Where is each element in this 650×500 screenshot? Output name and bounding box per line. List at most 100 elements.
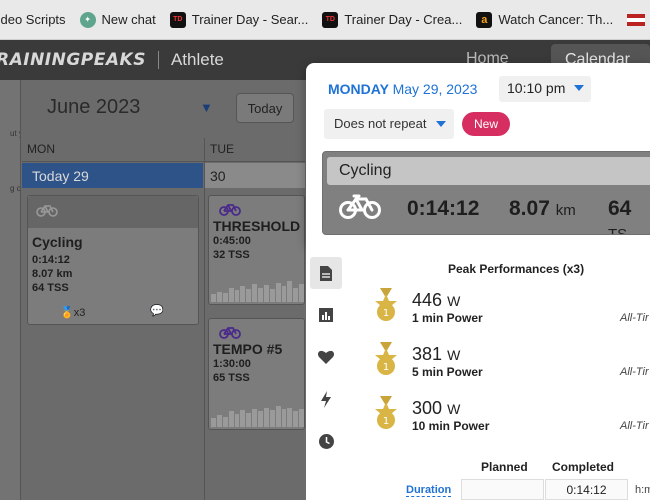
bookmark-label: /ideo Scripts xyxy=(0,12,66,27)
bike-icon xyxy=(36,205,58,217)
heart-icon xyxy=(317,350,335,364)
workout-card-cycling[interactable]: Cycling 0:14:12 8.07 km 64 TSS 🏅x3 💬 xyxy=(27,195,199,325)
today-button[interactable]: Today xyxy=(236,93,294,123)
peak-scope: All-Tir xyxy=(620,420,649,432)
detail-side-tabs xyxy=(310,257,342,467)
column-divider xyxy=(204,138,205,500)
peak-value: 446 W xyxy=(412,290,461,310)
bookmark-trainerday-create[interactable]: TD Trainer Day - Crea... xyxy=(322,11,463,28)
peak-scope: All-Tir xyxy=(620,312,649,324)
summary-distance-unit: km xyxy=(555,202,576,219)
workout-card-header xyxy=(28,196,198,228)
svg-text:1: 1 xyxy=(383,416,389,427)
bike-icon xyxy=(339,194,381,219)
nav-athlete[interactable]: Athlete xyxy=(171,50,224,70)
workout-modal-header: MONDAY May 29, 2023 10:10 pm Does not re… xyxy=(306,63,650,245)
bookmark-trainerday-search[interactable]: TD Trainer Day - Sear... xyxy=(169,11,309,28)
svg-text:1: 1 xyxy=(383,308,389,319)
workout-tss: 65 TSS xyxy=(213,372,250,384)
peak-performances-title: Peak Performances (x3) xyxy=(448,262,585,276)
date-bar-30[interactable]: 30 xyxy=(205,163,305,188)
workout-date[interactable]: MONDAY May 29, 2023 xyxy=(328,81,477,97)
peak-scope: All-Tir xyxy=(620,366,649,378)
medal-count-label: x3 xyxy=(73,307,86,319)
workout-summary-box: Cycling 0:14:12 8.07 km 64 TS xyxy=(322,151,650,235)
planned-duration-input[interactable] xyxy=(461,479,544,500)
time-value: 10:10 pm xyxy=(507,80,566,96)
trainingpeaks-logo[interactable]: RAININGPEAKS xyxy=(0,50,146,70)
workout-profile-graph xyxy=(211,276,304,302)
peak-performance-row[interactable]: 1 446 W 1 min Power All-Tir xyxy=(372,288,650,328)
calendar-left-panel: ut y g o xyxy=(0,80,21,500)
bike-icon xyxy=(209,196,304,218)
peak-label: 10 min Power xyxy=(412,419,490,433)
workout-tss: 32 TSS xyxy=(213,249,250,261)
peak-label: 1 min Power xyxy=(412,311,483,325)
time-select[interactable]: 10:10 pm xyxy=(499,76,591,102)
new-button[interactable]: New xyxy=(462,112,510,136)
trainerday-icon: TD xyxy=(322,11,339,28)
medal-icon: 1 xyxy=(375,396,397,429)
workout-card-tempo[interactable]: TEMPO #5 1:30:00 65 TSS xyxy=(208,318,305,430)
summary-tss-unit: TS xyxy=(608,226,628,235)
caret-down-icon xyxy=(574,85,584,91)
duration-label[interactable]: Duration xyxy=(406,484,452,497)
bookmark-label: Trainer Day - Sear... xyxy=(191,12,309,27)
completed-column-header: Completed xyxy=(552,460,615,474)
bookmark-video-scripts[interactable]: /ideo Scripts xyxy=(0,12,66,27)
workout-duration: 0:45:00 xyxy=(213,235,251,247)
bike-icon xyxy=(209,319,304,341)
workout-type-title: Cycling xyxy=(327,157,650,185)
summary-distance: 8.07 km xyxy=(509,197,576,221)
repeat-select[interactable]: Does not repeat xyxy=(324,109,454,139)
medal-icon: 1 xyxy=(375,342,397,375)
feel-tab[interactable] xyxy=(310,341,342,373)
workout-duration: 1:30:00 xyxy=(213,358,251,370)
peak-performance-row[interactable]: 1 300 W 10 min Power All-Tir xyxy=(372,396,650,436)
bookmarks-bar: /ideo Scripts ✦ New chat TD Trainer Day … xyxy=(0,0,650,40)
workout-tss: 64 TSS xyxy=(32,282,69,294)
workout-detail-panel: Peak Performances (x3) 1 446 W 1 min Pow… xyxy=(306,245,650,500)
bookmark-label: Watch Cancer: Th... xyxy=(498,12,614,27)
bookmark-watch-cancer[interactable]: a Watch Cancer: Th... xyxy=(476,11,614,28)
summary-tss: 64 TS xyxy=(608,197,650,235)
bookmark-label: New chat xyxy=(101,12,156,27)
summary-distance-value: 8.07 xyxy=(509,197,550,220)
trainerday-icon: TD xyxy=(169,11,186,28)
peak-label: 5 min Power xyxy=(412,365,483,379)
workout-title: TEMPO #5 xyxy=(213,341,283,357)
bookmark-new-chat[interactable]: ✦ New chat xyxy=(79,11,156,28)
workout-distance: 8.07 km xyxy=(32,268,73,280)
power-tab[interactable] xyxy=(310,383,342,415)
summary-tab[interactable] xyxy=(310,257,342,289)
workout-card-threshold[interactable]: THRESHOLD 0:45:00 32 TSS xyxy=(208,195,305,305)
workout-profile-graph xyxy=(211,401,304,427)
bookmark-flag[interactable] xyxy=(627,13,646,26)
duration-unit: h:m xyxy=(635,484,650,496)
medal-icon: 1 xyxy=(375,288,397,321)
lightning-icon xyxy=(321,390,331,408)
workout-duration: 0:14:12 xyxy=(32,254,70,266)
today-date-bar[interactable]: Today 29 xyxy=(22,163,203,188)
peak-performance-row[interactable]: 1 381 W 5 min Power All-Tir xyxy=(372,342,650,382)
day-header-mon: MON xyxy=(27,142,55,156)
flag-icon xyxy=(627,13,646,26)
medal-icon: 🏅 xyxy=(60,307,74,319)
workout-title: THRESHOLD xyxy=(213,218,301,234)
bar-chart-icon xyxy=(319,308,333,322)
caret-down-icon xyxy=(436,121,446,127)
workout-date-day: MONDAY xyxy=(328,81,389,97)
document-icon xyxy=(320,265,332,281)
amazon-icon: a xyxy=(476,11,493,28)
repeat-value: Does not repeat xyxy=(334,116,427,131)
comment-icon[interactable]: 💬 xyxy=(150,304,164,317)
bookmark-label: Trainer Day - Crea... xyxy=(344,12,463,27)
workout-date-rest: May 29, 2023 xyxy=(392,81,478,97)
analysis-tab[interactable] xyxy=(310,299,342,331)
chevron-down-icon[interactable]: ▼ xyxy=(200,100,213,115)
workout-title: Cycling xyxy=(32,234,83,250)
medal-count: 🏅x3 xyxy=(60,306,85,319)
time-tab[interactable] xyxy=(310,425,342,457)
completed-duration-input[interactable]: 0:14:12 xyxy=(545,479,628,500)
summary-duration: 0:14:12 xyxy=(407,197,480,220)
